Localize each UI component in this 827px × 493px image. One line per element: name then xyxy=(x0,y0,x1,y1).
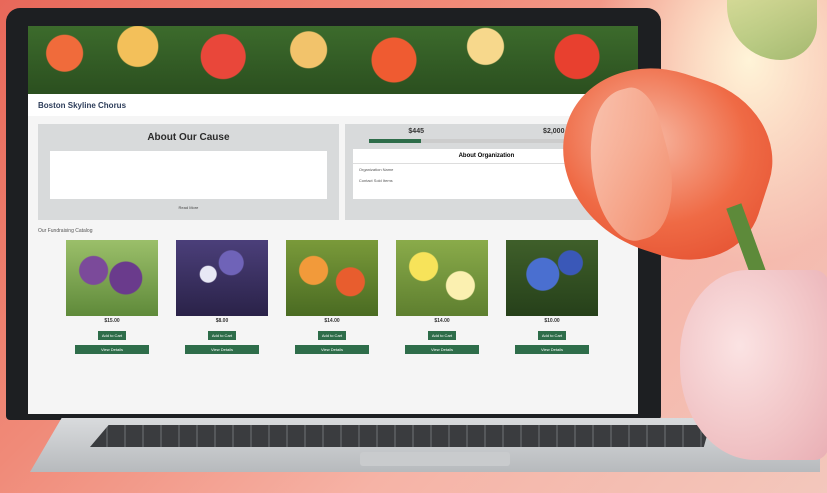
laptop-trackpad xyxy=(360,452,510,466)
product-image[interactable] xyxy=(176,240,268,316)
site-header: Boston Skyline Chorus xyxy=(28,94,638,116)
pink-cloth xyxy=(680,270,827,460)
view-details-button[interactable]: View Details xyxy=(295,345,369,354)
about-cause-text xyxy=(50,151,327,199)
site-title[interactable]: Boston Skyline Chorus xyxy=(38,101,126,110)
amount-raised: $445 xyxy=(408,128,424,135)
add-to-cart-button[interactable]: Add to Cart xyxy=(427,331,457,340)
product-image[interactable] xyxy=(396,240,488,316)
product-price: $14.00 xyxy=(324,318,340,324)
view-details-button[interactable]: View Details xyxy=(515,345,589,354)
laptop-screen: Boston Skyline Chorus About Our Cause Re… xyxy=(28,26,638,414)
product-image[interactable] xyxy=(286,240,378,316)
org-row-label: Contact Sold Items xyxy=(358,178,393,183)
laptop-keyboard xyxy=(90,425,710,447)
view-details-button[interactable]: View Details xyxy=(185,345,259,354)
progress-fill xyxy=(368,139,421,143)
about-cause-panel: About Our Cause Read More xyxy=(38,124,339,220)
about-cause-heading: About Our Cause xyxy=(147,132,230,143)
product-price: $10.00 xyxy=(544,318,560,324)
org-row-label: Organization Name xyxy=(358,167,394,172)
goal-amount: $2,000 xyxy=(543,128,565,135)
product-card[interactable]: $14.00 Add to Cart View Details xyxy=(286,240,378,354)
view-details-button[interactable]: View Details xyxy=(75,345,149,354)
product-card[interactable]: $10.00 Add to Cart View Details xyxy=(506,240,598,354)
product-image[interactable] xyxy=(506,240,598,316)
read-more-link[interactable]: Read More xyxy=(44,205,333,210)
add-to-cart-button[interactable]: Add to Cart xyxy=(537,331,567,340)
product-price: $14.00 xyxy=(434,318,450,324)
product-price: $8.00 xyxy=(215,318,229,324)
product-image[interactable] xyxy=(66,240,158,316)
view-details-button[interactable]: View Details xyxy=(405,345,479,354)
product-card[interactable]: $8.00 Add to Cart View Details xyxy=(176,240,268,354)
product-price: $15.00 xyxy=(104,318,120,324)
product-grid: $15.00 Add to Cart View Details $8.00 Ad… xyxy=(28,238,638,354)
add-to-cart-button[interactable]: Add to Cart xyxy=(317,331,347,340)
tulip-banner xyxy=(28,26,638,94)
catalog-label: Our Fundraising Catalog xyxy=(38,228,93,234)
add-to-cart-button[interactable]: Add to Cart xyxy=(207,331,237,340)
product-card[interactable]: $15.00 Add to Cart View Details xyxy=(66,240,158,354)
product-card[interactable]: $14.00 Add to Cart View Details xyxy=(396,240,488,354)
add-to-cart-button[interactable]: Add to Cart xyxy=(97,331,127,340)
